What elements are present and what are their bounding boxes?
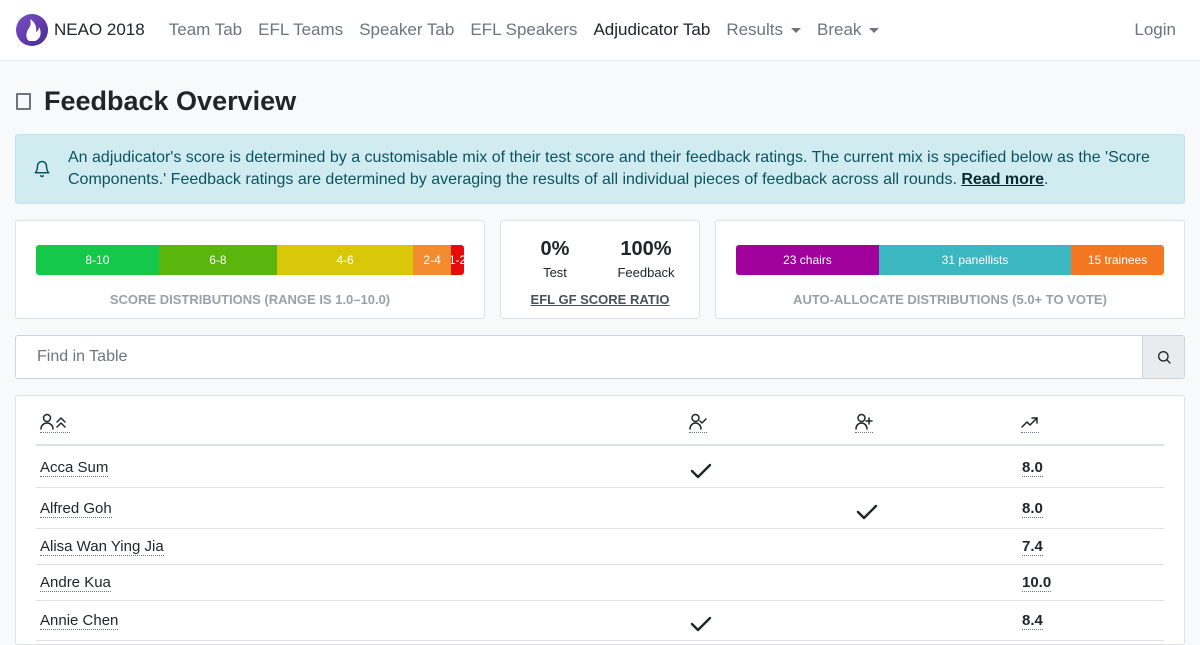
panellist-check-icon	[856, 503, 878, 526]
read-more-link[interactable]: Read more	[961, 171, 1044, 188]
alert-message: An adjudicator's score is determined by …	[68, 147, 1176, 191]
adjudicator-name[interactable]: Annie Chen	[40, 612, 119, 630]
nav-item-efl-speakers[interactable]: EFL Speakers	[470, 20, 577, 40]
person-sort-icon[interactable]	[40, 413, 70, 433]
table-header	[36, 396, 1164, 446]
test-ratio-value: 0%	[540, 238, 570, 260]
feedback-ratio: 100% Feedback	[596, 237, 696, 280]
allocation-segment: 23 chairs	[736, 245, 879, 275]
search-input[interactable]	[16, 336, 1142, 378]
person-check-icon[interactable]	[689, 413, 707, 433]
table-row: Andre Kua 10.0	[36, 565, 1164, 601]
adjudicator-score[interactable]: 8.0	[1022, 500, 1043, 518]
score-distribution-card: 8-10 6-8 4-6 2-4 1-2 SCORE DISTRIBUTIONS (RA…	[15, 220, 485, 319]
nav-item-label: Speaker Tab	[359, 20, 455, 39]
nav-item-team-tab[interactable]: Team Tab	[169, 20, 242, 40]
nav-item-label: Team Tab	[168, 20, 243, 39]
nav-item-speaker-tab[interactable]: Speaker Tab	[359, 20, 454, 40]
caret-down-icon	[791, 27, 801, 33]
table-row: Acca Sum 8.0	[36, 447, 1164, 488]
adjudicator-name[interactable]: Andre Kua	[40, 574, 111, 592]
brand[interactable]: NEAO 2018	[16, 14, 145, 46]
adjudicator-score[interactable]: 8.0	[1022, 459, 1043, 477]
clipboard-icon	[16, 93, 31, 110]
test-ratio-label: Test	[543, 265, 567, 280]
top-navbar: NEAO 2018 Team Tab EFL Teams Speaker Tab EF…	[0, 0, 1200, 61]
adjudicator-table: Acca Sum 8.0 Alfred Goh 8.0 Alisa Wan Ying J…	[15, 395, 1185, 645]
score-band-segment: 2-4	[413, 245, 452, 275]
score-ratio-card: 0% Test 100% Feedback EFL GF SCORE RATIO	[500, 220, 700, 319]
score-ratio-link[interactable]: EFL GF SCORE RATIO	[501, 292, 699, 307]
score-band-segment: 6-8	[158, 245, 277, 275]
table-row: Alfred Goh 8.0	[36, 488, 1164, 529]
login-link[interactable]: Login	[1134, 0, 1176, 60]
adjudicator-name[interactable]: Alfred Goh	[40, 500, 112, 518]
nav-item-label: EFL Speakers	[470, 20, 578, 39]
chair-check-icon	[690, 462, 712, 485]
test-ratio: 0% Test	[505, 237, 605, 280]
bell-icon	[16, 160, 68, 178]
nav-item-adjudicator-tab[interactable]: Adjudicator Tab	[593, 20, 710, 40]
caret-down-icon	[869, 27, 880, 33]
adjudicator-score[interactable]: 7.4	[1022, 538, 1043, 556]
feedback-ratio-label: Feedback	[617, 265, 675, 280]
table-row: Annie Chen 8.4	[36, 601, 1164, 641]
nav-item-label: Adjudicator Tab	[593, 20, 711, 39]
person-plus-icon[interactable]	[855, 413, 873, 433]
page-title: Feedback Overview	[44, 86, 297, 116]
allocation-distribution-card: 23 chairs 31 panellists 15 trainees AUTO-A…	[715, 220, 1185, 319]
score-band-segment: 1-2	[451, 245, 464, 275]
table-search	[15, 335, 1185, 379]
trending-up-icon[interactable]	[1021, 413, 1039, 433]
alert-suffix: .	[1044, 171, 1049, 188]
feedback-ratio-value: 100%	[620, 238, 672, 260]
allocation-segment: 15 trainees	[1071, 245, 1164, 275]
chair-check-icon	[690, 615, 712, 638]
allocation-distribution-bar: 23 chairs 31 panellists 15 trainees	[736, 245, 1164, 275]
adjudicator-score[interactable]: 8.4	[1022, 612, 1043, 630]
adjudicator-name[interactable]: Alisa Wan Ying Jia	[40, 538, 164, 556]
score-distribution-bar: 8-10 6-8 4-6 2-4 1-2	[36, 245, 464, 275]
nav-item-break[interactable]: Break	[817, 20, 880, 40]
tabbycat-logo-icon	[16, 14, 48, 46]
nav-item-results[interactable]: Results	[726, 20, 801, 40]
adjudicator-score[interactable]: 10.0	[1022, 574, 1052, 592]
info-alert: An adjudicator's score is determined by …	[15, 134, 1185, 204]
search-button[interactable]	[1142, 336, 1184, 378]
allocation-segment: 31 panellists	[878, 245, 1072, 275]
search-icon	[1157, 351, 1171, 364]
score-band-segment: 8-10	[36, 245, 159, 275]
score-distribution-caption: SCORE DISTRIBUTIONS (RANGE IS 1.0–10.0)	[109, 292, 391, 307]
table-row: Alisa Wan Ying Jia 7.4	[36, 529, 1164, 565]
brand-name: NEAO 2018	[54, 20, 145, 39]
nav-item-efl-teams[interactable]: EFL Teams	[258, 20, 343, 40]
page-header: Feedback Overview	[16, 86, 296, 117]
nav-item-label: Results	[726, 20, 783, 39]
adjudicator-name[interactable]: Acca Sum	[40, 459, 109, 477]
allocation-distribution-caption: AUTO-ALLOCATE DISTRIBUTIONS (5.0+ TO VOT…	[793, 292, 1107, 307]
score-band-segment: 4-6	[276, 245, 414, 275]
nav-item-label: Break	[817, 20, 862, 39]
nav-item-label: EFL Teams	[258, 20, 344, 39]
